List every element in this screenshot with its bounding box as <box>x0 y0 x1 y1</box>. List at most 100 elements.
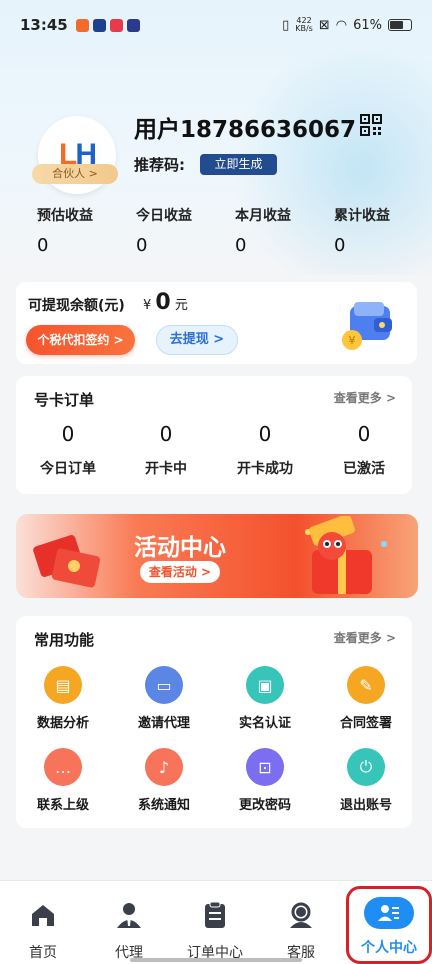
stat-value: 0 <box>37 235 49 256</box>
stat-value: 0 <box>235 235 247 256</box>
partner-badge[interactable]: 合伙人 > <box>32 164 118 184</box>
chart-icon: ▤ <box>44 666 82 704</box>
functions-title: 常用功能 <box>34 631 95 649</box>
order-opening[interactable]: 0 开卡中 <box>126 422 206 478</box>
func-system-notice[interactable]: ♪ 系统通知 <box>123 748 205 813</box>
chat-icon: … <box>44 748 82 786</box>
func-label: 合同签署 <box>339 716 392 731</box>
stat-label: 今日收益 <box>136 208 192 224</box>
qr-code-icon[interactable] <box>360 114 382 136</box>
withdraw-title: 可提现余额(元) <box>28 298 125 314</box>
app-notification-icon <box>109 18 123 32</box>
order-icon <box>205 901 225 928</box>
stat-month[interactable]: 本月收益 0 <box>235 205 335 256</box>
tab-support[interactable]: 客服 <box>258 881 344 964</box>
svg-text:¥: ¥ <box>349 334 356 347</box>
currency-unit: 元 <box>174 298 188 313</box>
referral-label: 推荐码: <box>134 156 185 174</box>
order-count: 0 <box>159 422 173 446</box>
order-label: 开卡中 <box>145 461 187 477</box>
id-card-icon: ▣ <box>246 666 284 704</box>
tab-label: 首页 <box>29 945 57 961</box>
battery-percent: 61% <box>353 17 382 33</box>
notification-icons <box>75 18 140 32</box>
func-invite-agent[interactable]: ▭ 邀请代理 <box>123 666 205 731</box>
func-label: 实名认证 <box>238 716 291 731</box>
status-bar: 13:45 ▯ 422 KB/s ⊠ ◠ 61% <box>0 0 432 50</box>
card-functions: 常用功能 查看更多 > ▤ 数据分析 ▭ 邀请代理 ▣ 实名认证 ✎ 合同签署 … <box>16 616 412 828</box>
orders-more-link[interactable]: 查看更多 > <box>334 389 396 406</box>
order-label: 开卡成功 <box>237 461 293 477</box>
balance-value: 0 <box>155 290 171 315</box>
network-speed: 422 KB/s <box>295 17 313 33</box>
func-label: 联系上级 <box>36 798 89 813</box>
agent-icon <box>117 903 141 928</box>
func-contract-sign[interactable]: ✎ 合同签署 <box>325 666 407 731</box>
active-tab-highlight <box>346 886 432 964</box>
order-success[interactable]: 0 开卡成功 <box>225 422 305 478</box>
order-count: 0 <box>258 422 272 446</box>
currency-symbol: ¥ <box>143 298 152 313</box>
activity-banner[interactable]: 活动中心 查看活动 > <box>16 514 418 598</box>
stat-total[interactable]: 累计收益 0 <box>334 205 432 256</box>
func-label: 系统通知 <box>137 798 190 813</box>
order-count: 0 <box>357 422 371 446</box>
func-contact-superior[interactable]: … 联系上级 <box>22 748 104 813</box>
card-orders: 号卡订单 查看更多 > 0 今日订单 0 开卡中 0 开卡成功 0 已激活 <box>16 376 412 494</box>
bell-icon: ♪ <box>145 748 183 786</box>
order-count: 0 <box>61 422 75 446</box>
withdraw-amount: ¥ 0 元 <box>143 290 188 315</box>
username: 用户18786636067 <box>134 117 357 143</box>
stat-label: 预估收益 <box>37 208 93 224</box>
generate-referral-button[interactable]: 立即生成 <box>200 154 277 175</box>
func-data-analysis[interactable]: ▤ 数据分析 <box>22 666 104 731</box>
functions-more-link[interactable]: 查看更多 > <box>334 629 396 646</box>
order-label: 已激活 <box>343 461 385 477</box>
wallet-icon: ¥ <box>342 302 392 350</box>
tax-sign-button[interactable]: 个税代扣签约 > <box>26 325 135 355</box>
stat-label: 累计收益 <box>334 208 390 224</box>
no-sim-icon: ⊠ <box>318 17 330 33</box>
withdraw-card: 可提现余额(元) ¥ 0 元 个税代扣签约 > 去提现 > ¥ <box>16 282 417 364</box>
tab-orders[interactable]: 订单中心 <box>172 881 258 964</box>
order-activated[interactable]: 0 已激活 <box>324 422 404 478</box>
orders-title: 号卡订单 <box>34 391 95 409</box>
stat-value: 0 <box>334 235 346 256</box>
wifi-icon: ◠ <box>335 17 348 33</box>
stat-value: 0 <box>136 235 148 256</box>
activity-title: 活动中心 <box>134 535 226 561</box>
home-icon <box>32 905 54 926</box>
withdraw-button[interactable]: 去提现 > <box>156 325 238 355</box>
battery-icon <box>388 19 412 31</box>
tab-agent[interactable]: 代理 <box>86 881 172 964</box>
power-icon: ⏻ <box>347 748 385 786</box>
gift-box-icon <box>305 516 387 594</box>
func-label: 更改密码 <box>238 798 291 813</box>
view-activity-button[interactable]: 查看活动 > <box>140 561 220 583</box>
contract-icon: ✎ <box>347 666 385 704</box>
func-change-password[interactable]: ⊡ 更改密码 <box>224 748 306 813</box>
red-envelope-icon <box>33 535 101 588</box>
tab-home[interactable]: 首页 <box>0 881 86 964</box>
func-label: 数据分析 <box>36 716 89 731</box>
stat-estimated[interactable]: 预估收益 0 <box>37 205 137 256</box>
lock-icon: ⊡ <box>246 748 284 786</box>
app-notification-icon <box>92 18 106 32</box>
func-label: 退出账号 <box>339 798 392 813</box>
stat-label: 本月收益 <box>235 208 291 224</box>
func-label: 邀请代理 <box>137 716 190 731</box>
func-logout[interactable]: ⏻ 退出账号 <box>325 748 407 813</box>
home-indicator[interactable] <box>130 958 302 962</box>
app-notification-icon <box>126 18 140 32</box>
order-today[interactable]: 0 今日订单 <box>28 422 108 478</box>
vibrate-icon: ▯ <box>282 17 290 33</box>
app-notification-icon <box>75 18 89 32</box>
briefcase-icon: ▭ <box>145 666 183 704</box>
stat-today[interactable]: 今日收益 0 <box>136 205 236 256</box>
order-label: 今日订单 <box>40 461 96 477</box>
system-status: ▯ 422 KB/s ⊠ ◠ 61% <box>282 17 412 33</box>
func-identity-verify[interactable]: ▣ 实名认证 <box>224 666 306 731</box>
net-speed-unit: KB/s <box>295 24 313 33</box>
support-icon <box>290 902 312 928</box>
status-time: 13:45 <box>20 16 68 34</box>
